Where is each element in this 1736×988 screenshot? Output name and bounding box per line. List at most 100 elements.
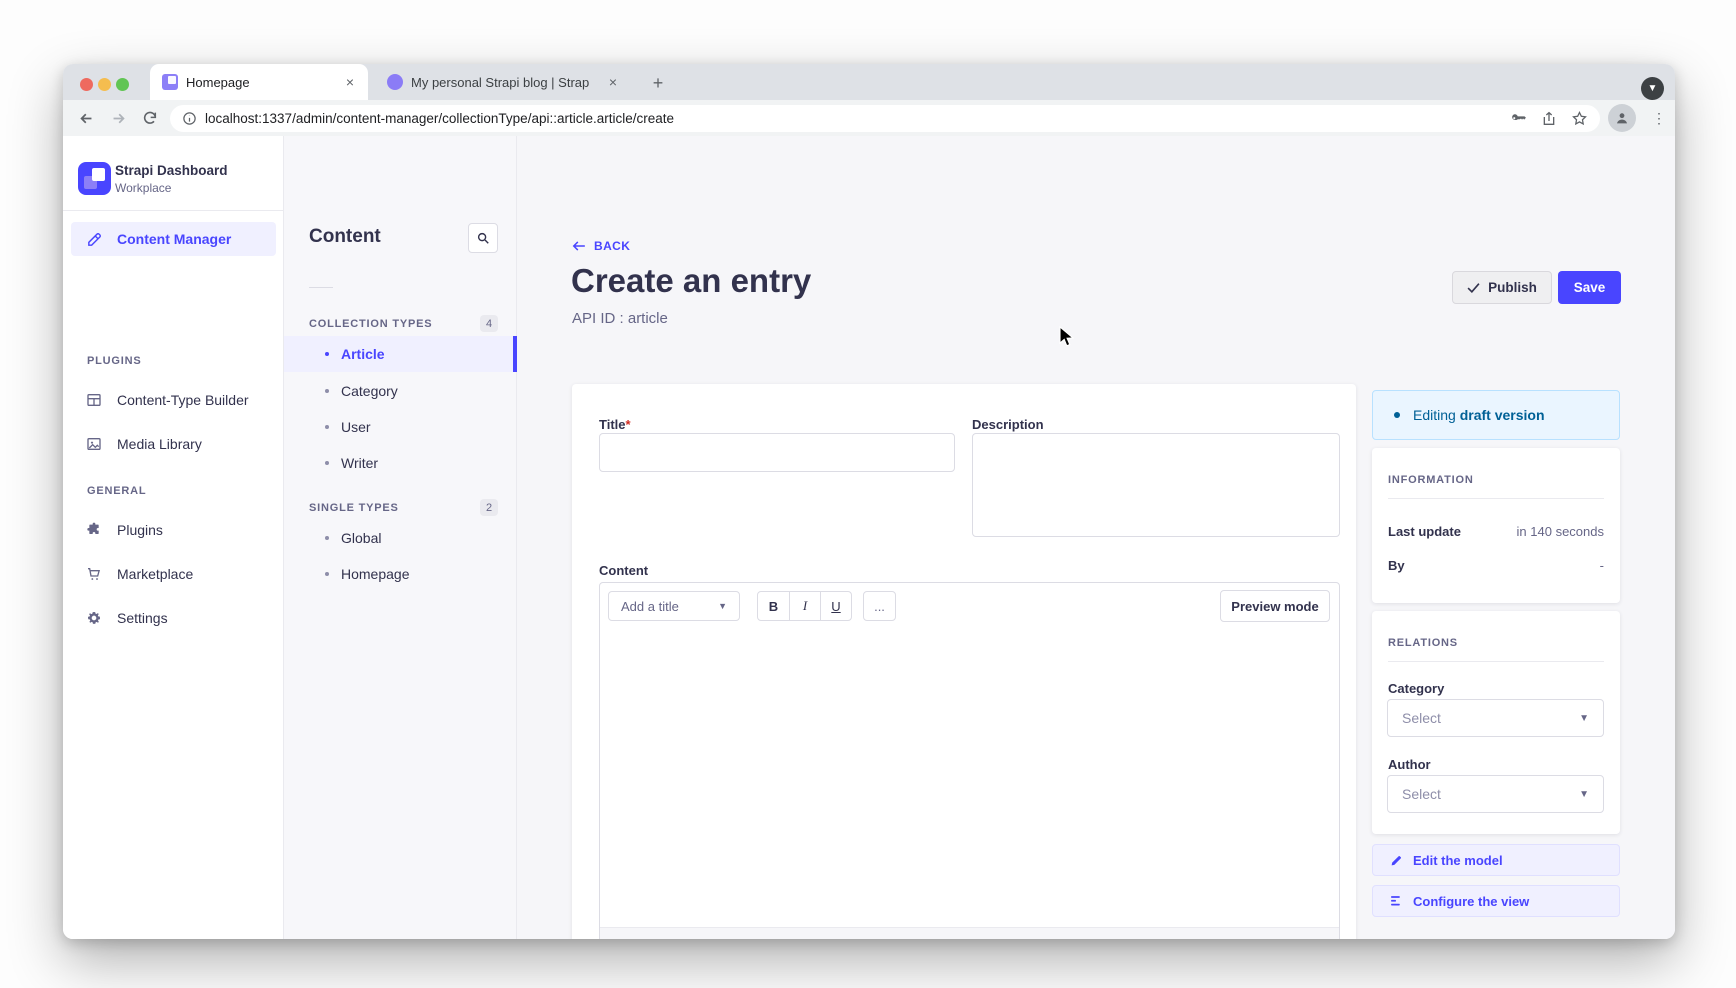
workspace-name: Workplace xyxy=(115,181,171,195)
bullet-icon xyxy=(325,352,329,356)
new-tab-button[interactable]: + xyxy=(646,71,670,95)
sidebar-item-marketplace[interactable]: Marketplace xyxy=(71,557,276,591)
sidebar-item-settings[interactable]: Settings xyxy=(71,601,276,635)
pen-icon xyxy=(86,231,103,248)
publish-button[interactable]: Publish xyxy=(1452,271,1552,304)
subnav-item-category[interactable]: Category xyxy=(284,373,517,409)
single-types-count: 2 xyxy=(480,499,498,516)
subnav-item-label: Writer xyxy=(341,455,378,471)
picture-icon xyxy=(86,436,103,452)
layout-grid-icon xyxy=(86,392,103,408)
bullet-icon xyxy=(325,536,329,540)
share-icon[interactable] xyxy=(1541,111,1557,127)
blog-favicon xyxy=(387,74,403,90)
sidebar-item-label: Settings xyxy=(117,610,168,626)
back-link[interactable]: BACK xyxy=(572,239,630,253)
more-formats-button[interactable]: ... xyxy=(863,591,896,621)
tab-title: My personal Strapi blog | Strap xyxy=(411,75,597,90)
author-select[interactable]: Select ▼ xyxy=(1387,775,1604,813)
minimize-window-button[interactable] xyxy=(98,78,111,91)
browser-profile-avatar[interactable] xyxy=(1608,104,1636,132)
gear-icon xyxy=(86,610,103,626)
category-select[interactable]: Select ▼ xyxy=(1387,699,1604,737)
title-field-label: Title* xyxy=(599,417,631,432)
relations-card: RELATIONS Category Select ▼ Author Selec… xyxy=(1372,611,1620,834)
text-style-group: B I U xyxy=(757,591,852,621)
editor-body[interactable] xyxy=(600,629,1339,927)
api-id-subtitle: API ID : article xyxy=(572,310,668,327)
url-bar[interactable]: localhost:1337/admin/content-manager/col… xyxy=(170,105,1600,132)
tab-strip: Homepage × My personal Strapi blog | Str… xyxy=(63,64,1675,100)
desktop: Homepage × My personal Strapi blog | Str… xyxy=(0,0,1736,988)
content-subnav: Content COLLECTION TYPES 4 Article Categ… xyxy=(284,136,517,939)
page-title: Create an entry xyxy=(571,262,811,300)
title-input[interactable] xyxy=(599,433,955,472)
password-key-icon[interactable] xyxy=(1510,110,1527,127)
sidebar-item-label: Content-Type Builder xyxy=(117,392,249,408)
sidebar-item-content-manager[interactable]: Content Manager xyxy=(71,222,276,256)
zoom-window-button[interactable] xyxy=(116,78,129,91)
bold-button[interactable]: B xyxy=(758,592,789,620)
sidebar-item-label: Content Manager xyxy=(117,231,231,247)
search-button[interactable] xyxy=(468,223,498,253)
by-row: By - xyxy=(1388,558,1604,573)
chevron-down-icon: ▼ xyxy=(1579,789,1589,800)
description-textarea[interactable] xyxy=(972,433,1340,537)
close-tab-icon[interactable]: × xyxy=(342,74,358,90)
forward-icon[interactable] xyxy=(104,104,132,132)
subnav-item-user[interactable]: User xyxy=(284,409,517,445)
relations-label: RELATIONS xyxy=(1388,637,1458,649)
category-label: Category xyxy=(1388,681,1444,696)
content-field-label: Content xyxy=(599,563,648,578)
cart-icon xyxy=(86,566,103,582)
close-window-button[interactable] xyxy=(80,78,93,91)
underline-button[interactable]: U xyxy=(820,592,851,620)
subnav-item-label: Article xyxy=(341,346,385,362)
edit-model-button[interactable]: Edit the model xyxy=(1372,844,1620,876)
information-card: INFORMATION Last update in 140 seconds B… xyxy=(1372,448,1620,603)
tab-homepage[interactable]: Homepage × xyxy=(150,64,368,100)
url-text: localhost:1337/admin/content-manager/col… xyxy=(205,111,1502,126)
bullet-icon xyxy=(325,425,329,429)
tab-search-button[interactable]: ▼ xyxy=(1641,77,1664,100)
single-types-label: SINGLE TYPES xyxy=(309,502,399,514)
browser-window: Homepage × My personal Strapi blog | Str… xyxy=(63,64,1675,939)
page-info-icon[interactable] xyxy=(182,111,197,126)
sidebar-item-media-library[interactable]: Media Library xyxy=(71,427,276,461)
subnav-item-homepage[interactable]: Homepage xyxy=(284,556,517,592)
description-field-label: Description xyxy=(972,417,1044,432)
tab-strapi-blog[interactable]: My personal Strapi blog | Strap × xyxy=(375,64,631,100)
bullet-icon xyxy=(325,572,329,576)
browser-toolbar: localhost:1337/admin/content-manager/col… xyxy=(63,100,1675,136)
sidebar-item-plugins[interactable]: Plugins xyxy=(71,513,276,547)
subnav-item-global[interactable]: Global xyxy=(284,520,517,556)
bookmark-star-icon[interactable] xyxy=(1571,110,1588,127)
bullet-icon xyxy=(325,389,329,393)
back-icon[interactable] xyxy=(72,104,100,132)
subnav-item-article[interactable]: Article xyxy=(284,336,517,372)
section-label-plugins: PLUGINS xyxy=(87,355,142,367)
chevron-down-icon: ▼ xyxy=(718,601,727,611)
browser-menu-icon[interactable]: ⋮ xyxy=(1645,104,1673,132)
sidebar-item-label: Plugins xyxy=(117,522,163,538)
subnav-item-label: User xyxy=(341,419,371,435)
collection-types-count: 4 xyxy=(480,315,498,332)
mouse-cursor xyxy=(1059,326,1076,353)
close-tab-icon[interactable]: × xyxy=(605,74,621,90)
section-label-general: GENERAL xyxy=(87,485,146,497)
check-icon xyxy=(1467,282,1480,293)
subnav-item-writer[interactable]: Writer xyxy=(284,445,517,481)
subnav-item-label: Global xyxy=(341,530,381,546)
sidebar-item-content-type-builder[interactable]: Content-Type Builder xyxy=(71,383,276,417)
bullet-icon xyxy=(325,461,329,465)
save-button[interactable]: Save xyxy=(1558,271,1621,304)
configure-view-button[interactable]: Configure the view xyxy=(1372,885,1620,917)
author-label: Author xyxy=(1388,757,1431,772)
italic-button[interactable]: I xyxy=(789,592,820,620)
strapi-admin: Strapi Dashboard Workplace Content Manag… xyxy=(63,136,1675,939)
preview-mode-button[interactable]: Preview mode xyxy=(1220,590,1330,622)
main-sidebar: Strapi Dashboard Workplace Content Manag… xyxy=(63,136,284,939)
heading-select[interactable]: Add a title ▼ xyxy=(608,591,740,621)
reload-icon[interactable] xyxy=(136,104,164,132)
editor-footer: Expand xyxy=(600,927,1339,939)
